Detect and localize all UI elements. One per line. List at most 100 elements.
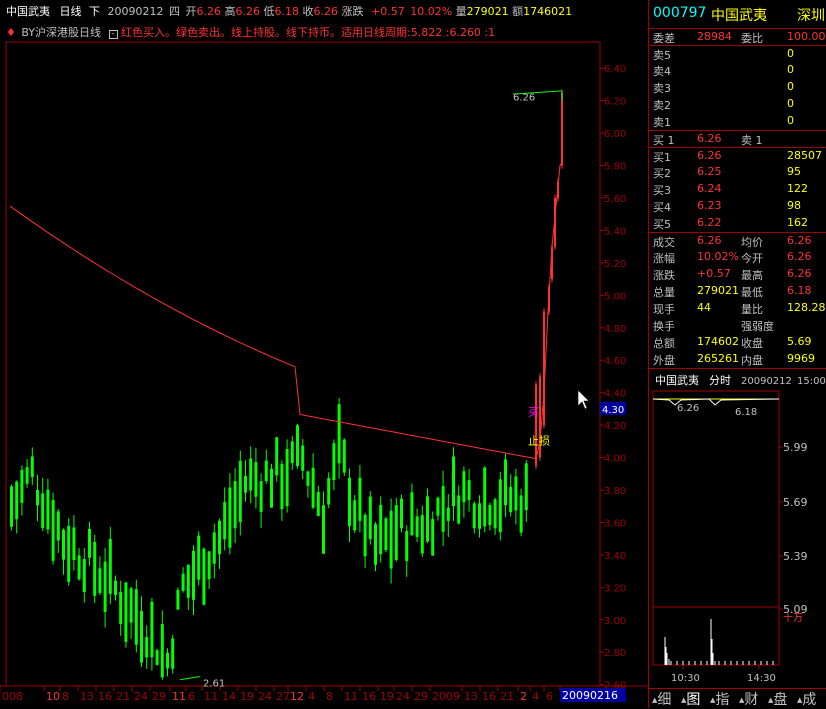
high-label: 高 (224, 5, 236, 18)
moving-average-line (9, 205, 537, 460)
indicator-marker-icon: ♦ (6, 26, 16, 39)
y-tick-label: 3.40 (604, 551, 626, 562)
sell-level-volume: 0 (787, 80, 794, 93)
sell-level-row: 卖3 0 (649, 79, 826, 96)
stat-label-2: 量比 (741, 303, 763, 316)
weicha-value: 28984 (697, 30, 732, 43)
weicha-label: 委差 (653, 32, 675, 45)
minute-label-a: 6.26 (677, 403, 699, 414)
tab-finance[interactable]: ▲财 (739, 689, 758, 709)
candle-body (134, 589, 138, 645)
date-label: 20090212 (107, 5, 164, 18)
y-tick-label: 4.20 (604, 421, 626, 432)
buy-level-volume: 95 (787, 165, 801, 178)
x-tick-label: 2009 (432, 690, 460, 703)
close-value: 6.26 (313, 5, 339, 18)
candle-body (348, 478, 351, 527)
candle-body (150, 601, 154, 658)
stat-value: 265261 (697, 352, 739, 365)
indicator-description: 红色买入。绿色卖出。线上持股。线下持币。适用日线周期:5.822 :6.260 … (121, 26, 496, 39)
y-tick-label: 5.20 (604, 259, 626, 270)
candle-body (259, 481, 263, 513)
kline-chart[interactable]: 6.40 6.20 6.00 5.80 5.60 5.40 5.20 5.00 4.80 4.60… (0, 0, 648, 708)
minute-white-line (652, 398, 780, 406)
indicator-toggle-icon[interactable]: - (108, 30, 118, 39)
candle-body (342, 439, 346, 473)
stat-label: 外盘 (653, 354, 675, 367)
stat-label-2: 最低 (741, 286, 763, 299)
minute-time: 15:00 (797, 376, 826, 387)
candle-body (145, 636, 149, 658)
candle-body (67, 525, 71, 582)
candle-body (285, 449, 289, 507)
stat-label-2: 最高 (741, 269, 763, 282)
tab-label: 指 (715, 692, 730, 708)
candle-body (77, 555, 81, 580)
candle-body (15, 481, 19, 520)
candle-body (452, 456, 455, 507)
candle-body (10, 486, 13, 527)
buy-signal-label: 买 (528, 405, 539, 418)
y-tick-label: 4.40 (604, 389, 626, 400)
cursor-date-text: 20090216 (562, 689, 618, 702)
tab-chart[interactable]: ▲图 (681, 689, 700, 709)
candle-body (431, 518, 435, 556)
buy-level-row: 买2 6.25 95 (649, 164, 826, 181)
stat-label-2: 内盘 (741, 354, 763, 367)
candle-body (514, 476, 518, 511)
candle-body-up (535, 384, 537, 466)
indicator-name[interactable]: BY沪深港股日线 (21, 26, 101, 39)
stat-label: 总额 (653, 337, 675, 350)
y-tick-label: 4.80 (604, 324, 626, 335)
stat-label-2: 强弱度 (741, 320, 774, 333)
candle-body (509, 486, 513, 513)
minute-price-label: 5.39 (783, 550, 808, 563)
change-label: 涨跌 (341, 5, 364, 18)
candle-body (368, 496, 372, 540)
candle-body (472, 503, 476, 529)
tab-trades[interactable]: ▲成 (797, 689, 816, 709)
tab-detail[interactable]: ▲细 (652, 689, 671, 709)
candle-body (25, 467, 29, 484)
high-value: 6.26 (235, 5, 261, 18)
weibi-row: 委差 28984 委比 100.00 (649, 28, 826, 45)
x-tick-label: 21 (116, 690, 130, 703)
x-tick-label: 8 (326, 690, 333, 703)
x-tick-label: 21 (500, 690, 514, 703)
candle-body (316, 492, 320, 516)
candle-body (129, 588, 133, 623)
sell-level-label: 卖4 (653, 65, 671, 78)
candle-body (166, 652, 169, 669)
sell-level-row: 卖1 0 (649, 113, 826, 130)
candle-body (88, 528, 91, 558)
minute-volume-label: 十万 (783, 611, 803, 624)
low-marker-line (179, 676, 201, 681)
x-tick-label: 11 (172, 690, 186, 703)
adjust-label[interactable]: 下 (89, 5, 100, 18)
y-tick-label: 6.20 (604, 97, 626, 108)
tab-indicator[interactable]: ▲指 (710, 689, 729, 709)
candle-body (322, 505, 325, 554)
stat-label: 总量 (653, 286, 675, 299)
minute-panel[interactable]: 中国武夷 分时 20090212 15:00 6.26 6.18 5.99 5.69 5.39 5… (648, 368, 826, 708)
y-tick-label: 5.60 (604, 194, 626, 205)
y-tick-label: 3.00 (604, 616, 626, 627)
low-label: 低 (263, 5, 275, 18)
period-label[interactable]: 日线 (60, 5, 82, 18)
candle-body (353, 500, 357, 531)
buy-level-row: 买5 6.22 162 (649, 215, 826, 232)
buy-level-label: 买3 (653, 184, 671, 197)
x-tick-label: 8 (62, 690, 69, 703)
stat-value-2: 6.26 (787, 250, 812, 263)
candle-body (446, 507, 450, 521)
candle-body (238, 460, 242, 522)
tab-label: 盘 (773, 692, 788, 708)
candle-body (457, 495, 461, 524)
buy-level-price: 6.22 (697, 216, 722, 229)
stat-row: 外盘 265261 内盘 9969 (649, 351, 826, 368)
candle-body (244, 475, 247, 493)
market-label: 深圳 (797, 8, 825, 24)
mid-buy-label: 买 1 (653, 134, 675, 147)
tab-orderbook[interactable]: ▲盘 (768, 689, 787, 709)
minute-chart[interactable]: 中国武夷 分时 20090212 15:006.26 6.185.995.695.395… (649, 369, 826, 689)
